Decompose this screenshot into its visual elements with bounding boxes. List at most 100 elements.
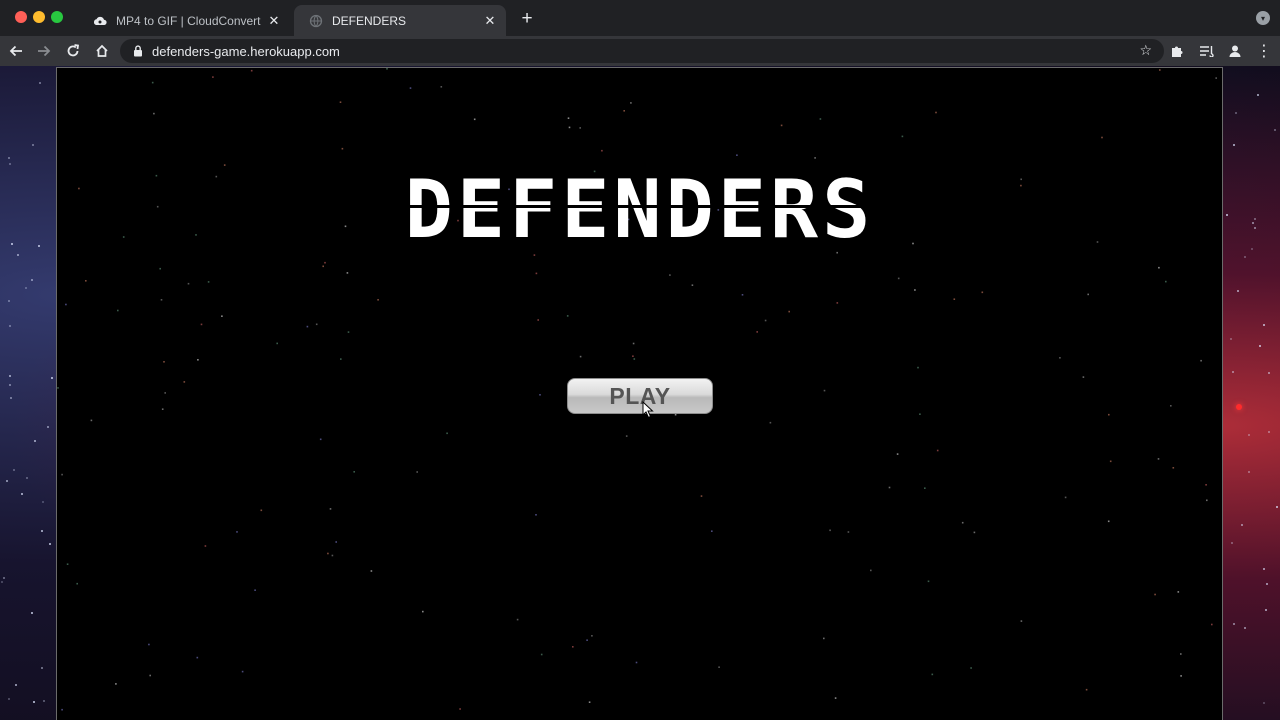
star xyxy=(633,358,636,360)
home-icon[interactable] xyxy=(91,40,113,62)
bookmark-star-icon[interactable]: ☆ xyxy=(1139,42,1152,59)
star xyxy=(1230,542,1233,545)
star xyxy=(539,394,541,396)
star xyxy=(741,294,744,296)
star xyxy=(241,670,244,673)
star xyxy=(183,381,186,383)
star xyxy=(635,661,638,664)
extensions-icon[interactable] xyxy=(1166,40,1188,62)
star xyxy=(25,286,28,289)
star xyxy=(1082,376,1085,378)
star xyxy=(160,299,163,301)
kebab-menu-icon[interactable]: ⋮ xyxy=(1253,40,1275,62)
back-arrow-icon[interactable] xyxy=(5,40,27,62)
star xyxy=(1259,345,1262,348)
star xyxy=(901,135,904,138)
forward-arrow-icon[interactable] xyxy=(33,40,55,62)
star xyxy=(632,342,635,345)
star xyxy=(936,449,939,452)
star xyxy=(416,471,418,473)
star xyxy=(935,111,937,114)
star xyxy=(1254,218,1257,221)
star xyxy=(7,300,10,303)
star xyxy=(61,473,63,476)
star xyxy=(1215,77,1217,79)
star xyxy=(632,355,634,357)
title-stencil-line xyxy=(397,205,877,208)
play-button[interactable]: PLAY xyxy=(567,378,713,414)
star xyxy=(196,656,199,659)
star xyxy=(1251,247,1254,250)
lock-icon[interactable] xyxy=(132,45,144,57)
star xyxy=(187,282,190,285)
game-canvas[interactable]: DEFENDERS PLAY xyxy=(56,67,1223,720)
window-close-button[interactable] xyxy=(15,11,27,23)
star xyxy=(335,541,337,543)
star xyxy=(6,480,9,483)
star xyxy=(57,387,59,389)
star xyxy=(1265,583,1268,586)
address-text[interactable]: defenders-game.herokuapp.com xyxy=(152,44,340,59)
mouse-cursor-icon xyxy=(642,401,654,419)
star xyxy=(572,646,574,648)
star xyxy=(896,453,899,455)
star xyxy=(1268,430,1271,433)
tab-search-icon[interactable]: ▾ xyxy=(1256,11,1270,25)
star xyxy=(40,667,43,670)
tab-bar: MP4 to GIF | CloudConvert ✕ DEFENDERS ✕ … xyxy=(0,0,1280,36)
star xyxy=(38,245,41,248)
star xyxy=(669,274,671,276)
star xyxy=(1108,413,1110,416)
star xyxy=(601,149,603,152)
star xyxy=(32,143,35,146)
star xyxy=(353,471,355,473)
window-maximize-button[interactable] xyxy=(51,11,63,23)
star xyxy=(331,554,334,557)
media-queue-icon[interactable] xyxy=(1195,40,1217,62)
star xyxy=(1180,675,1182,677)
close-icon[interactable]: ✕ xyxy=(264,11,284,31)
star xyxy=(66,563,69,565)
address-bar[interactable]: defenders-game.herokuapp.com ☆ xyxy=(120,39,1164,63)
star xyxy=(254,589,256,591)
star xyxy=(161,408,164,410)
star xyxy=(236,531,238,533)
star xyxy=(46,426,49,429)
star xyxy=(51,376,54,379)
profile-avatar-icon[interactable] xyxy=(1224,40,1246,62)
close-icon[interactable]: ✕ xyxy=(480,11,500,31)
star xyxy=(8,383,11,386)
star xyxy=(579,355,582,358)
reload-icon[interactable] xyxy=(62,40,84,62)
star xyxy=(834,697,837,699)
star xyxy=(15,683,18,686)
star xyxy=(1107,520,1110,523)
star xyxy=(588,701,591,703)
star xyxy=(579,127,581,129)
star xyxy=(1244,256,1247,259)
star xyxy=(20,493,23,496)
star xyxy=(151,81,154,84)
star xyxy=(1256,94,1259,97)
star xyxy=(306,325,309,328)
star xyxy=(11,242,14,245)
star xyxy=(1247,434,1250,437)
tab-cloudconvert[interactable]: MP4 to GIF | CloudConvert ✕ xyxy=(78,5,290,36)
star xyxy=(1276,505,1279,508)
star xyxy=(319,438,322,441)
star xyxy=(260,509,263,512)
star xyxy=(1241,523,1244,526)
star xyxy=(1101,136,1103,139)
star xyxy=(823,389,826,392)
star xyxy=(1251,222,1254,225)
window-minimize-button[interactable] xyxy=(33,11,45,23)
star xyxy=(736,154,738,156)
star xyxy=(61,708,63,711)
star xyxy=(30,279,33,282)
tab-defenders[interactable]: DEFENDERS ✕ xyxy=(294,5,506,36)
star xyxy=(1180,653,1182,655)
new-tab-button[interactable]: + xyxy=(516,8,538,30)
star xyxy=(117,309,119,312)
star xyxy=(917,366,919,369)
star xyxy=(718,666,720,668)
